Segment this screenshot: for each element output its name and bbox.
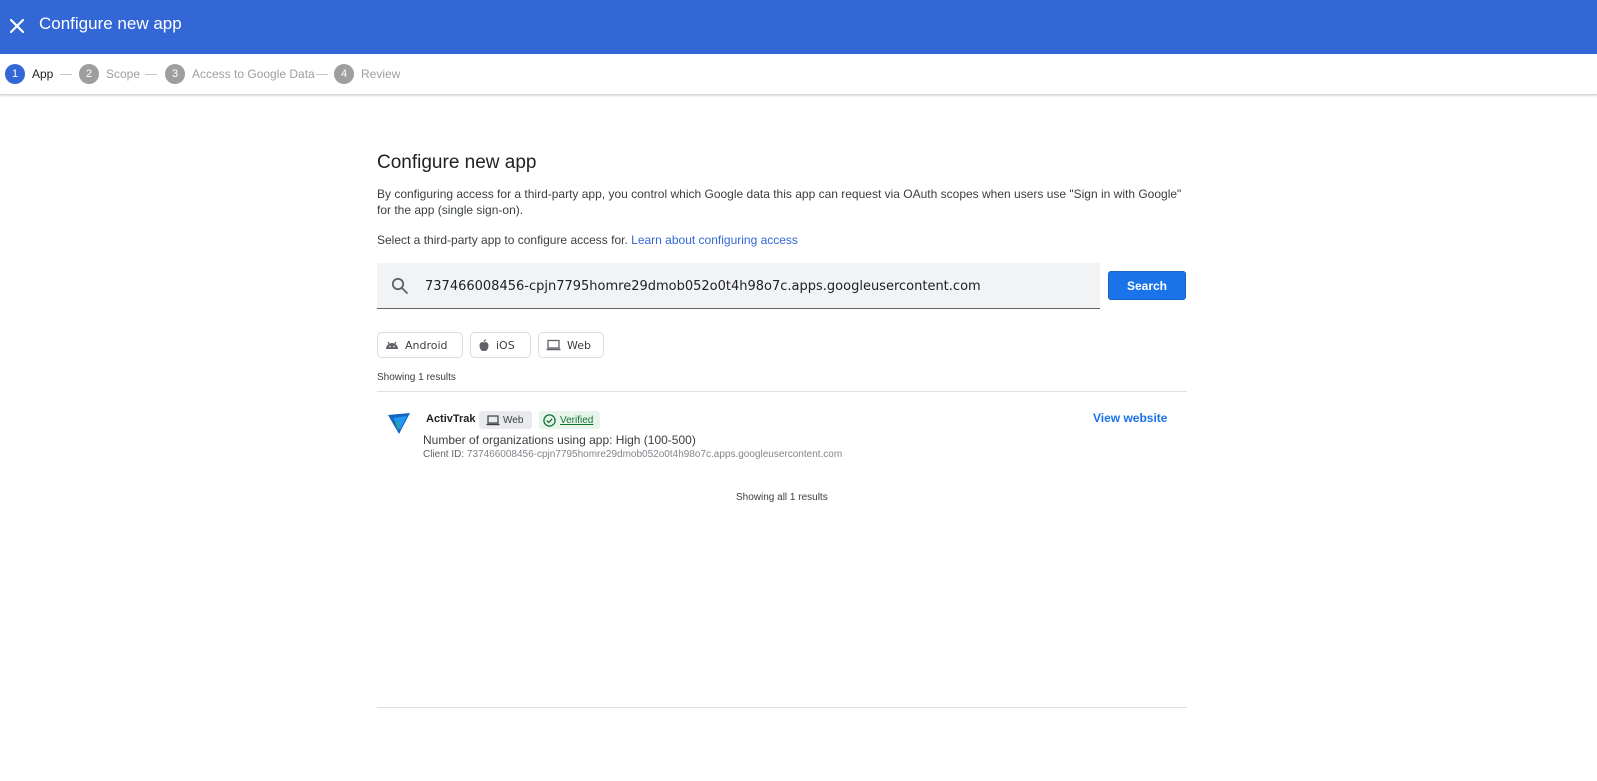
app-bar-title: Configure new app bbox=[39, 14, 182, 33]
results-footer: Showing all 1 results bbox=[736, 492, 828, 503]
results-divider bbox=[377, 391, 1187, 392]
chip-label: Web bbox=[567, 338, 591, 352]
client-id-value: 737466008456-cpjn7795homre29dmob052o0t4h… bbox=[466, 449, 843, 460]
page-title: Configure new app bbox=[377, 152, 537, 173]
chip-label: iOS bbox=[496, 338, 515, 352]
step-access[interactable]: 3 Access to Google Data bbox=[165, 64, 315, 84]
laptop-icon bbox=[486, 414, 500, 425]
step-app[interactable]: 1 App bbox=[5, 64, 53, 84]
client-id: Client ID: 737466008456-cpjn7795homre29d… bbox=[423, 449, 842, 460]
bottom-divider bbox=[377, 707, 1187, 708]
chip-label: Android bbox=[405, 338, 448, 352]
check-circle-icon bbox=[543, 413, 556, 427]
filter-ios-chip[interactable]: iOS bbox=[470, 332, 531, 358]
step-label: Review bbox=[361, 67, 401, 81]
step-review[interactable]: 4 Review bbox=[334, 64, 400, 84]
step-separator bbox=[316, 74, 328, 75]
step-number: 1 bbox=[5, 64, 25, 84]
laptop-icon bbox=[546, 339, 561, 351]
results-count: Showing 1 results bbox=[377, 372, 456, 383]
step-scope[interactable]: 2 Scope bbox=[79, 64, 140, 84]
step-label: Access to Google Data bbox=[192, 67, 315, 81]
search-input[interactable] bbox=[425, 275, 1085, 297]
verified-label: Verified bbox=[560, 414, 594, 426]
search-button[interactable]: Search bbox=[1108, 271, 1186, 300]
step-number: 2 bbox=[79, 64, 99, 84]
step-number: 3 bbox=[165, 64, 185, 84]
step-label: Scope bbox=[106, 67, 141, 81]
select-instruction: Select a third-party app to configure ac… bbox=[377, 233, 798, 247]
select-text: Select a third-party app to configure ac… bbox=[377, 233, 628, 247]
close-icon bbox=[10, 19, 24, 33]
activtrak-logo bbox=[388, 413, 410, 434]
learn-more-link[interactable]: Learn about configuring access bbox=[631, 233, 798, 247]
filter-android-chip[interactable]: Android bbox=[377, 332, 463, 358]
platform-badge: Web bbox=[479, 411, 532, 429]
step-number: 4 bbox=[334, 64, 354, 84]
client-id-label: Client ID: bbox=[423, 449, 465, 460]
apple-icon bbox=[479, 338, 489, 351]
view-website-link[interactable]: View website bbox=[1093, 411, 1167, 425]
android-icon bbox=[386, 341, 398, 349]
app-bar: Configure new app bbox=[0, 0, 1597, 54]
verified-badge[interactable]: Verified bbox=[539, 411, 600, 429]
step-separator bbox=[60, 74, 72, 75]
search-icon bbox=[391, 277, 408, 294]
organizations-count: Number of organizations using app: High … bbox=[423, 433, 696, 447]
page-description: By configuring access for a third-party … bbox=[377, 187, 1182, 217]
platform-badge-label: Web bbox=[503, 414, 524, 426]
filter-web-chip[interactable]: Web bbox=[538, 332, 604, 358]
step-separator bbox=[145, 74, 157, 75]
step-label: App bbox=[32, 67, 54, 81]
app-name: ActivTrak bbox=[426, 413, 476, 425]
stepper: 1 App 2 Scope 3 Access to Google Data 4 … bbox=[0, 54, 1597, 95]
search-box bbox=[377, 263, 1100, 309]
close-button[interactable] bbox=[4, 13, 30, 39]
